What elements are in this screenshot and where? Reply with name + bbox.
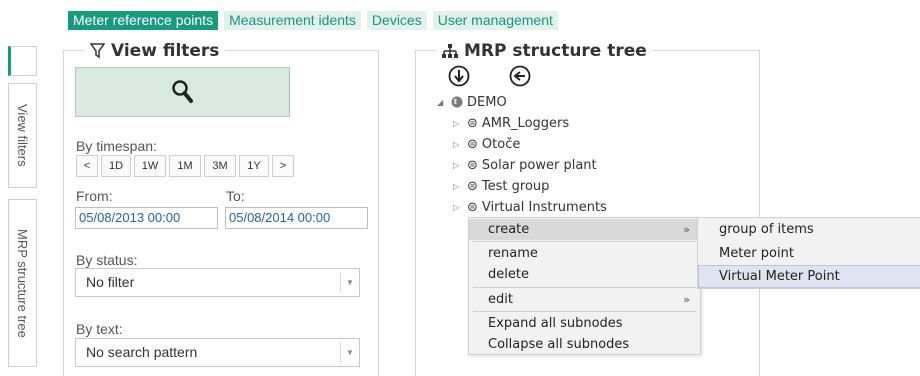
collapsed-triangle-icon[interactable]: ▷ [453, 119, 467, 128]
submenu-item-meter-point[interactable]: Meter point [698, 242, 920, 265]
side-tab-collapse[interactable] [8, 46, 37, 76]
group-icon: ⊜ [467, 115, 478, 131]
menu-item-label: create [488, 222, 530, 237]
collapsed-triangle-icon[interactable]: ▷ [453, 161, 467, 170]
funnel-icon [90, 43, 105, 59]
text-search-select[interactable]: No search pattern ▼ [75, 338, 360, 367]
menu-item-label: Expand all subnodes [488, 316, 623, 331]
to-date-input[interactable]: 05/08/2014 00:00 [225, 207, 368, 229]
hierarchy-icon [442, 44, 458, 58]
tree-node-virtual-instruments[interactable]: ▷ ⊜ Virtual Instruments [453, 198, 607, 216]
collapsed-triangle-icon[interactable]: ▷ [453, 140, 467, 149]
menu-item-collapse-all[interactable]: Collapse all subnodes [469, 334, 700, 355]
timespan-prev-button[interactable]: < [76, 155, 98, 177]
view-filters-title-text: View filters [111, 41, 220, 61]
group-icon: ⊜ [467, 157, 478, 173]
from-date-input[interactable]: 05/08/2013 00:00 [75, 207, 218, 229]
menu-item-expand-all[interactable]: Expand all subnodes [469, 313, 700, 334]
timespan-1m-button[interactable]: 1M [169, 155, 201, 177]
tree-node-otoce[interactable]: ▷ ⊜ Otoče [453, 135, 520, 153]
context-menu: create » rename delete edit » Expand all… [468, 217, 701, 355]
menu-item-label: Collapse all subnodes [488, 337, 630, 352]
menu-item-create[interactable]: create » [469, 219, 700, 240]
menu-item-edit[interactable]: edit » [469, 289, 700, 310]
side-tab-view-filters-label: View filters [15, 104, 30, 167]
tree-node-test-group[interactable]: ▷ ⊜ Test group [453, 177, 549, 195]
chevron-down-icon: ▼ [340, 342, 359, 363]
timespan-3m-button[interactable]: 3M [204, 155, 236, 177]
tree-node-label: Test group [481, 178, 550, 194]
mrp-tree-title-text: MRP structure tree [464, 41, 647, 61]
tree-node-label: Virtual Instruments [481, 199, 607, 215]
by-status-label: By status: [76, 252, 138, 268]
tab-devices[interactable]: Devices [366, 11, 427, 30]
timespan-next-button[interactable]: > [272, 155, 294, 177]
text-search-value: No search pattern [86, 344, 198, 360]
tree-node-solar-power-plant[interactable]: ▷ ⊜ Solar power plant [453, 156, 597, 174]
menu-divider [473, 241, 696, 242]
side-tab-view-filters[interactable]: View filters [8, 83, 37, 188]
menu-divider [473, 287, 696, 288]
group-icon: ⊜ [467, 199, 478, 215]
tree-node-label: Otoče [481, 136, 521, 152]
search-button[interactable] [75, 67, 290, 117]
submenu-arrow-icon: » [683, 293, 690, 306]
timespan-buttons: < 1D 1W 1M 3M 1Y > [76, 155, 297, 177]
group-icon: ⊜ [467, 136, 478, 152]
tab-meter-reference-points[interactable]: Meter reference points [68, 11, 219, 30]
status-select-value: No filter [86, 274, 135, 290]
submenu-arrow-icon: » [683, 223, 690, 236]
tree-node-label: AMR_Loggers [481, 115, 570, 131]
side-tab-mrp-tree-label: MRP structure tree [15, 228, 30, 338]
status-select[interactable]: No filter ▼ [75, 268, 360, 297]
menu-item-rename[interactable]: rename [469, 243, 700, 264]
menu-item-label: delete [488, 267, 529, 282]
submenu-item-virtual-meter-point[interactable]: Virtual Meter Point [698, 265, 920, 288]
globe-icon [451, 96, 463, 108]
timespan-1y-button[interactable]: 1Y [239, 155, 269, 177]
submenu-item-group-of-items[interactable]: group of items [698, 218, 920, 241]
main-tabs: Meter reference points Measurement ident… [68, 11, 564, 30]
expanded-triangle-icon[interactable]: ◢ [437, 98, 451, 107]
tab-user-management[interactable]: User management [432, 11, 558, 30]
tree-root-node[interactable]: ◢ DEMO [437, 93, 507, 111]
menu-item-label: edit [488, 292, 513, 307]
tab-measurement-idents[interactable]: Measurement idents [224, 11, 361, 30]
to-label: To: [226, 188, 245, 204]
by-text-label: By text: [76, 321, 123, 337]
menu-item-label: rename [488, 246, 538, 261]
collapsed-triangle-icon[interactable]: ▷ [453, 203, 467, 212]
from-label: From: [76, 188, 113, 204]
menu-item-delete[interactable]: delete [469, 264, 700, 285]
timespan-1w-button[interactable]: 1W [134, 155, 166, 177]
mrp-tree-title: MRP structure tree [436, 40, 653, 62]
tree-node-label: Solar power plant [481, 157, 597, 173]
chevron-down-icon: ▼ [340, 272, 359, 293]
group-icon: ⊜ [467, 178, 478, 194]
by-timespan-label: By timespan: [76, 138, 157, 154]
arrow-down-circle-icon[interactable] [448, 65, 470, 87]
arrow-left-circle-icon[interactable] [509, 65, 531, 87]
tree-node-amr-loggers[interactable]: ▷ ⊜ AMR_Loggers [453, 114, 569, 132]
menu-divider [473, 311, 696, 312]
magnifier-icon [171, 80, 193, 103]
timespan-1d-button[interactable]: 1D [101, 155, 131, 177]
collapsed-triangle-icon[interactable]: ▷ [453, 182, 467, 191]
side-tab-mrp-structure-tree[interactable]: MRP structure tree [8, 199, 37, 367]
view-filters-title: View filters [84, 40, 226, 62]
tree-root-label: DEMO [467, 94, 507, 110]
create-submenu: group of items Meter point Virtual Meter… [697, 217, 920, 289]
